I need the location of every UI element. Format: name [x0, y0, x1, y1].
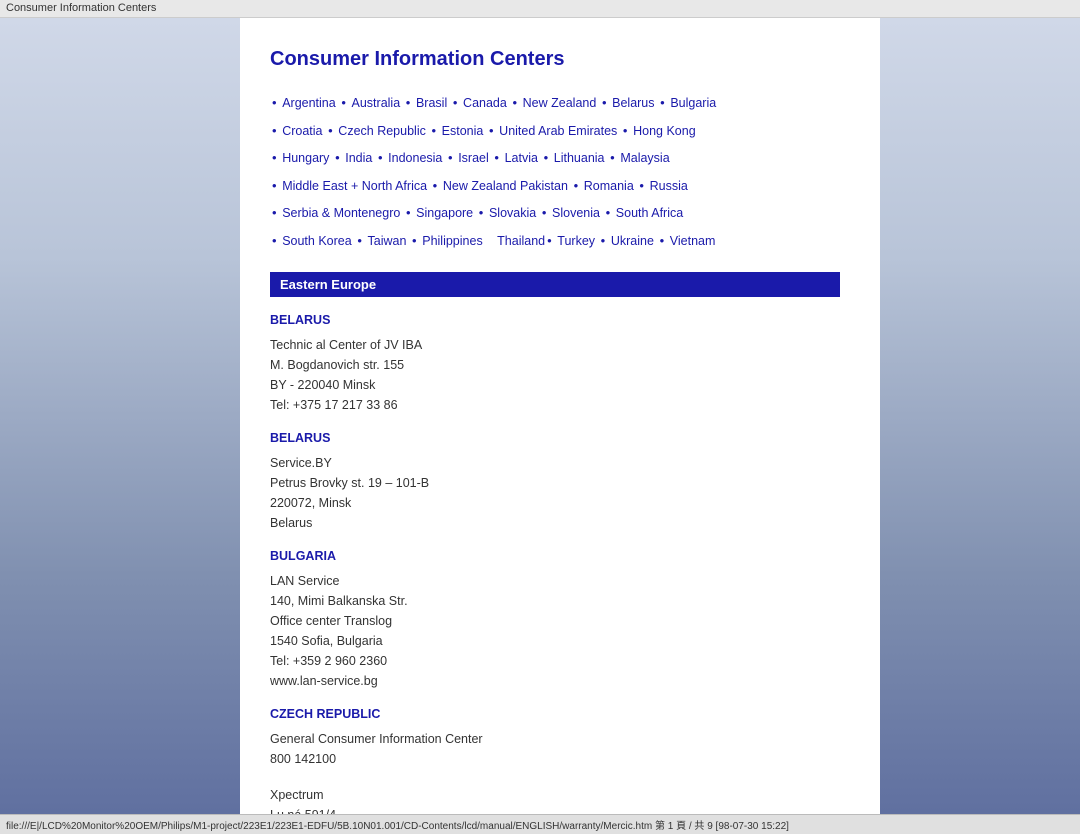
- main-content: Consumer Information Centers • Argentina…: [240, 18, 880, 814]
- link-malaysia[interactable]: Malaysia: [620, 151, 669, 165]
- status-bar: file:///E|/LCD%20Monitor%20OEM/Philips/M…: [0, 814, 1080, 834]
- link-brasil[interactable]: Brasil: [416, 96, 447, 110]
- title-bar-text: Consumer Information Centers: [6, 2, 156, 14]
- link-estonia[interactable]: Estonia: [442, 124, 484, 138]
- link-lithuania[interactable]: Lithuania: [554, 151, 605, 165]
- link-taiwan[interactable]: Taiwan: [368, 234, 407, 248]
- link-new-zealand[interactable]: New Zealand: [523, 96, 597, 110]
- link-romania[interactable]: Romania: [584, 179, 634, 193]
- link-indonesia[interactable]: Indonesia: [388, 151, 442, 165]
- nav-links: • Argentina • Australia • Brasil • Canad…: [270, 91, 840, 252]
- nav-line-6: • South Korea • Taiwan • Philippines Tha…: [270, 229, 840, 253]
- link-ukraine[interactable]: Ukraine: [611, 234, 654, 248]
- title-bar: Consumer Information Centers: [0, 0, 1080, 18]
- link-turkey[interactable]: Turkey: [557, 234, 595, 248]
- link-israel[interactable]: Israel: [458, 151, 489, 165]
- link-canada[interactable]: Canada: [463, 96, 507, 110]
- address-block-bulgaria: LAN Service 140, Mimi Balkanska Str. Off…: [270, 571, 840, 691]
- link-nz-pakistan[interactable]: New Zealand Pakistan: [443, 179, 568, 193]
- country-heading-belarus-1: BELARUS: [270, 313, 840, 327]
- link-hungary[interactable]: Hungary: [282, 151, 329, 165]
- link-vietnam[interactable]: Vietnam: [670, 234, 716, 248]
- link-middle-east[interactable]: Middle East + North Africa: [282, 179, 427, 193]
- link-hong-kong[interactable]: Hong Kong: [633, 124, 696, 138]
- link-russia[interactable]: Russia: [650, 179, 688, 193]
- link-thailand[interactable]: Thailand: [497, 234, 545, 248]
- address-block-belarus-1: Technic al Center of JV IBA M. Bogdanovi…: [270, 335, 840, 415]
- nav-line-3: • Hungary • India • Indonesia • Israel •…: [270, 146, 840, 170]
- link-latvia[interactable]: Latvia: [505, 151, 538, 165]
- link-india[interactable]: India: [345, 151, 372, 165]
- status-bar-text: file:///E|/LCD%20Monitor%20OEM/Philips/M…: [6, 817, 789, 832]
- left-sidebar: [0, 18, 240, 814]
- nav-line-2: • Croatia • Czech Republic • Estonia • U…: [270, 119, 840, 143]
- page-wrapper: Consumer Information Centers • Argentina…: [0, 18, 1080, 814]
- link-argentina[interactable]: Argentina: [282, 96, 336, 110]
- link-bulgaria[interactable]: Bulgaria: [670, 96, 716, 110]
- nav-line-4: • Middle East + North Africa • New Zeala…: [270, 174, 840, 198]
- link-slovakia[interactable]: Slovakia: [489, 206, 536, 220]
- link-south-africa[interactable]: South Africa: [616, 206, 683, 220]
- link-singapore[interactable]: Singapore: [416, 206, 473, 220]
- bullet: •: [272, 95, 277, 110]
- country-heading-bulgaria: BULGARIA: [270, 549, 840, 563]
- link-slovenia[interactable]: Slovenia: [552, 206, 600, 220]
- address-block-czech-1: General Consumer Information Center 800 …: [270, 729, 840, 769]
- link-croatia[interactable]: Croatia: [282, 124, 322, 138]
- page-title: Consumer Information Centers: [270, 48, 840, 71]
- link-philippines[interactable]: Philippines: [422, 234, 482, 248]
- link-belarus[interactable]: Belarus: [612, 96, 654, 110]
- link-uae[interactable]: United Arab Emirates: [499, 124, 617, 138]
- right-sidebar: [880, 18, 1080, 814]
- link-czech-republic[interactable]: Czech Republic: [338, 124, 426, 138]
- address-block-belarus-2: Service.BY Petrus Brovky st. 19 – 101-B …: [270, 453, 840, 533]
- link-serbia[interactable]: Serbia & Montenegro: [282, 206, 400, 220]
- nav-line-5: • Serbia & Montenegro • Singapore • Slov…: [270, 201, 840, 225]
- country-heading-belarus-2: BELARUS: [270, 431, 840, 445]
- section-header-eastern-europe: Eastern Europe: [270, 272, 840, 297]
- nav-line-1: • Argentina • Australia • Brasil • Canad…: [270, 91, 840, 115]
- link-south-korea[interactable]: South Korea: [282, 234, 352, 248]
- address-block-czech-2: Xpectrum Lu.ná 591/4 CZ - 160 00 Praha 6…: [270, 785, 840, 814]
- link-australia[interactable]: Australia: [352, 96, 401, 110]
- country-heading-czech-republic: CZECH REPUBLIC: [270, 707, 840, 721]
